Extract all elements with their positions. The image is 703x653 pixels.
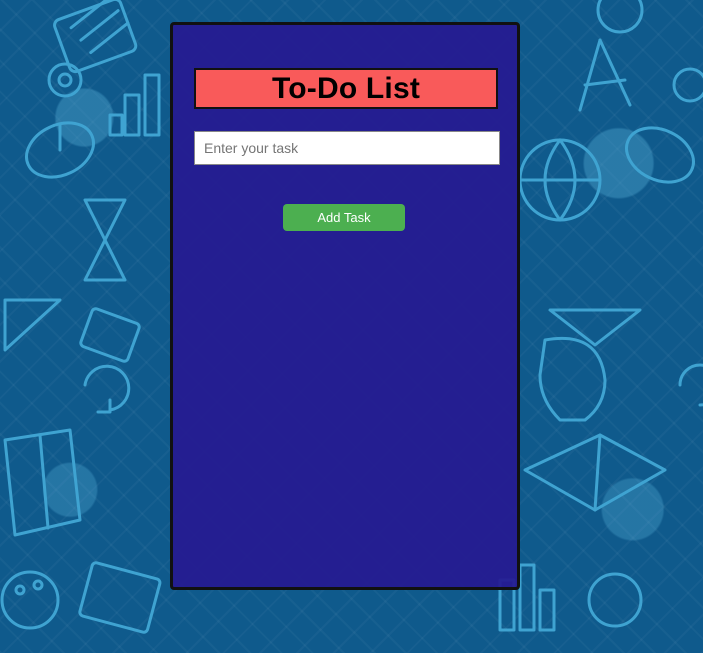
page-background: { "app": { "title": "To-Do List" }, "tas… <box>0 0 703 653</box>
todo-panel: To-Do List Add Task <box>170 22 520 590</box>
open-book-icon-right <box>523 433 667 512</box>
calculator-icon <box>53 0 138 74</box>
task-input[interactable] <box>194 131 500 165</box>
title-box: To-Do List <box>194 68 498 109</box>
lightbulb-icon <box>538 336 607 422</box>
math-card-icon <box>79 307 141 363</box>
refresh-icon <box>83 364 131 414</box>
add-task-button[interactable]: Add Task <box>283 204 405 231</box>
palette-icon-bottom-right <box>587 572 643 628</box>
bar-chart-icon <box>108 73 161 137</box>
hourglass-icon <box>83 198 127 282</box>
ruler-triangle-icon-right <box>548 308 642 347</box>
gear-icon-right <box>672 67 703 103</box>
mouse-icon-right <box>625 126 695 184</box>
refresh-icon-right <box>678 363 703 407</box>
ruler-triangle-icon <box>3 298 62 352</box>
mouse-icon <box>25 121 95 179</box>
gear-icon <box>47 62 83 98</box>
open-book-icon <box>3 428 82 537</box>
compass-icon <box>578 38 632 112</box>
palette-icon-right <box>596 0 644 34</box>
calendar-grid-icon <box>78 561 162 634</box>
palette-icon <box>0 570 60 630</box>
page-title: To-Do List <box>271 71 421 105</box>
globe-icon <box>518 138 602 222</box>
